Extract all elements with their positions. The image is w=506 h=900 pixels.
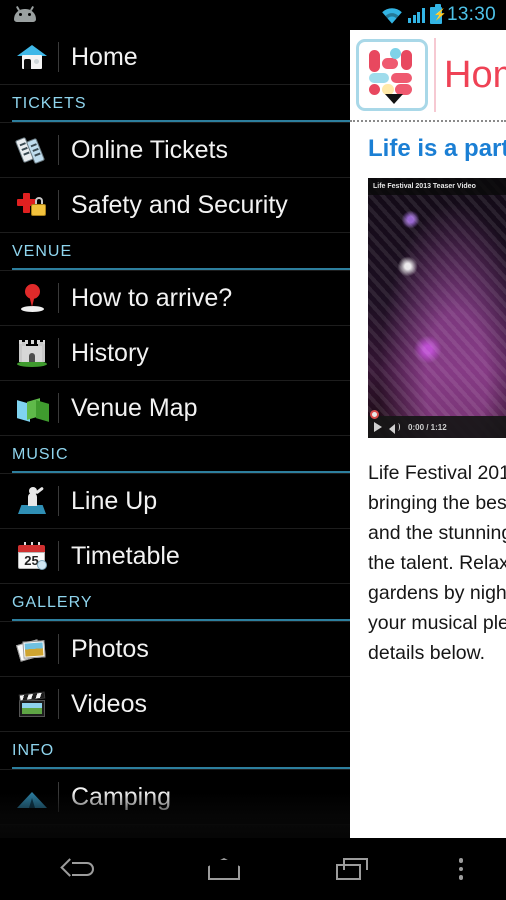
icon-divider [58,541,59,571]
volume-icon[interactable] [389,422,401,435]
video-time-label: 0:00 / 1:12 [408,422,447,432]
tent-icon [12,778,52,816]
sidebar-item-line-up[interactable]: Line Up [0,474,350,529]
folded-map-icon [12,389,52,427]
sidebar-item-label: Home [71,42,138,71]
section-header-label: GALLERY [12,594,93,611]
sidebar-item-home[interactable]: Home [0,30,350,85]
icon-divider [58,782,59,812]
section-header-label: VENUE [12,243,73,260]
map-pin-icon [12,279,52,317]
icon-divider [58,486,59,516]
battery-charging-icon: ⚡ [429,3,447,24]
icon-divider [58,135,59,165]
icon-divider [58,393,59,423]
icon-divider [58,190,59,220]
section-header-label: TICKETS [12,95,87,112]
sidebar-item-photos[interactable]: Photos [0,622,350,677]
tickets-icon [12,131,52,169]
home-button[interactable] [160,838,288,900]
home-pentagon-icon [208,858,240,880]
video-controls[interactable]: 0:00 / 1:12 [368,416,506,439]
drawer-scroll-container[interactable]: Home TICKETS Online Tickets Safety and S… [0,30,350,825]
section-underline [12,471,350,473]
header-divider [434,38,436,112]
overflow-menu-button[interactable] [416,838,506,900]
sidebar-item-label: History [71,338,149,367]
photos-icon [12,630,52,668]
life-festival-logo[interactable] [356,39,428,111]
section-underline [12,268,350,270]
navigation-drawer[interactable]: Home TICKETS Online Tickets Safety and S… [0,30,350,838]
app-header: Home [350,30,506,122]
section-underline [12,120,350,122]
video-stripe-overlay [368,178,506,439]
content-panel[interactable]: Home Life is a party Life Festival 2013 … [350,30,506,838]
sidebar-item-camping[interactable]: Camping [0,770,350,825]
sidebar-item-videos[interactable]: Videos [0,677,350,732]
home-icon [12,38,52,76]
status-bar-notifications [0,5,38,24]
icon-divider [58,338,59,368]
castle-icon [12,334,52,372]
dj-performer-icon [12,482,52,520]
post-title: Life is a party [368,135,506,162]
post-body: Life Festival 2013 is not just about the… [368,462,506,665]
section-header-info: INFO [0,732,350,770]
sidebar-item-label: Timetable [71,541,180,570]
section-header-venue: VENUE [0,233,350,271]
sidebar-item-safety-and-security[interactable]: Safety and Security [0,178,350,233]
back-arrow-icon [60,857,97,881]
sidebar-item-how-to-arrive[interactable]: How to arrive? [0,271,350,326]
status-bar-clock: 13:30 [446,4,496,25]
section-underline [12,619,350,621]
back-button[interactable] [0,838,160,900]
section-header-music: MUSIC [0,436,350,474]
sidebar-item-label: Photos [71,634,149,663]
caret-down-icon[interactable] [385,94,403,104]
video-title: Life Festival 2013 Teaser Video [368,178,506,196]
sidebar-item-label: How to arrive? [71,283,233,312]
sidebar-item-venue-map[interactable]: Venue Map [0,381,350,436]
system-navigation-bar[interactable] [0,838,506,900]
sidebar-item-history[interactable]: History [0,326,350,381]
sidebar-item-timetable[interactable]: 25 Timetable [0,529,350,584]
video-player[interactable]: Life Festival 2013 Teaser Video 0:00 / 1… [368,178,506,439]
section-header-tickets: TICKETS [0,85,350,123]
section-header-label: INFO [12,742,55,759]
calendar-clock-icon: 25 [12,537,52,575]
recent-apps-button[interactable] [288,838,416,900]
sidebar-item-label: Line Up [71,486,158,515]
play-icon[interactable] [374,422,382,433]
icon-divider [58,689,59,719]
page-title: Home [444,54,506,96]
sidebar-item-label: Videos [71,689,147,718]
icon-divider [58,42,59,72]
sidebar-item-online-tickets[interactable]: Online Tickets [0,123,350,178]
status-bar-system-icons: ⚡ 13:30 [381,3,506,26]
sidebar-item-label: Online Tickets [71,135,229,164]
android-screen: ⚡ 13:30 Home TICKETS Online Tickets Safe… [0,0,506,900]
section-underline [12,767,350,769]
section-header-gallery: GALLERY [0,584,350,622]
icon-divider [58,634,59,664]
overflow-menu-icon [458,858,464,880]
sidebar-item-label: Safety and Security [71,190,288,219]
sidebar-item-label: Camping [71,782,172,811]
recent-apps-icon [336,857,368,881]
article: Life is a party Life Festival 2013 Tease… [350,122,506,668]
clapperboard-icon [12,685,52,723]
icon-divider [58,283,59,313]
safety-lock-icon [12,186,52,224]
cellular-signal-icon [408,7,425,23]
section-header-label: MUSIC [12,446,69,463]
wifi-icon [382,7,403,23]
sidebar-item-label: Venue Map [71,393,198,422]
android-mascot-icon [12,5,38,24]
status-bar[interactable]: ⚡ 13:30 [0,0,506,30]
